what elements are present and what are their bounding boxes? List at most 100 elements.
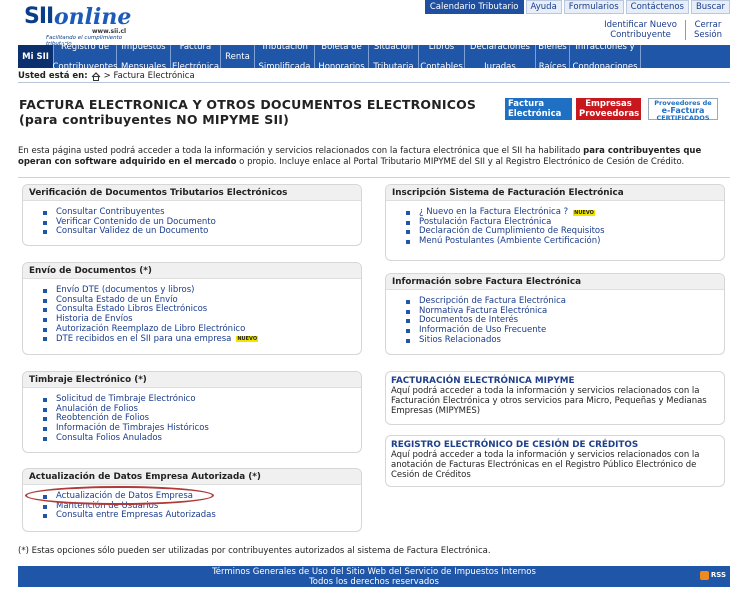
nav-item-label: Juradas bbox=[484, 61, 516, 72]
nav-item-11[interactable]: Infracciones y Condonaciones bbox=[570, 41, 641, 72]
footer-terms-link[interactable]: Términos Generales de Uso del Sitio Web … bbox=[18, 567, 730, 577]
bullet-icon bbox=[406, 230, 410, 235]
proveedores-certificados-banner[interactable]: Proveedores de e-Factura CERTIFICADOS bbox=[648, 98, 718, 122]
nav-item-0[interactable]: Mi SII bbox=[18, 45, 54, 68]
rss-link[interactable]: RSS bbox=[699, 570, 726, 580]
cerrar-sesion-link[interactable]: Cerrar Sesión bbox=[684, 20, 730, 40]
highlight-oval bbox=[25, 486, 214, 505]
user-tools: Identificar Nuevo Contribuyente Cerrar S… bbox=[596, 20, 730, 40]
bullet-icon bbox=[406, 210, 410, 215]
bullet-icon bbox=[406, 239, 410, 244]
box-mipyme[interactable]: FACTURACIÓN ELECTRÓNICA MIPYME Aquí podr… bbox=[385, 371, 725, 425]
nav-item-7[interactable]: Situación Tributaria bbox=[369, 42, 419, 72]
empresas-proveedoras-banner[interactable]: Empresas Proveedoras bbox=[576, 98, 641, 120]
bullet-icon bbox=[43, 337, 47, 342]
list-item-link[interactable]: Consulta entre Empresas Autorizadas bbox=[56, 511, 216, 521]
box-envio-title: Envío de Documentos (*) bbox=[23, 263, 361, 279]
bullet-icon bbox=[43, 317, 47, 322]
logo-url: www.sii.cl bbox=[92, 28, 127, 35]
bullet-icon bbox=[406, 309, 410, 314]
main-nav: Mi SII Registro de Contribuyentes Impuestos… bbox=[18, 41, 730, 72]
box-cesion-title[interactable]: REGISTRO ELECTRÓNICO DE CESIÓN DE CRÉDIT… bbox=[386, 436, 724, 450]
banner-factura-line1: Factura bbox=[508, 99, 545, 109]
list-item[interactable]: DTE recibidos en el SII para una empresa… bbox=[43, 334, 361, 345]
nav-item-3[interactable]: Factura Electrónica bbox=[171, 41, 221, 72]
link-contactenos[interactable]: Contáctenos bbox=[625, 0, 689, 14]
list-item-link[interactable]: Sitios Relacionados bbox=[419, 335, 501, 346]
nav-item-label: Tributaria bbox=[373, 61, 414, 72]
bullet-icon bbox=[43, 514, 47, 519]
bullet-icon bbox=[43, 436, 47, 441]
link-ayuda[interactable]: Ayuda bbox=[525, 0, 562, 14]
box-cesion-desc: Aquí podrá acceder a toda la información… bbox=[391, 450, 700, 480]
nav-item-10[interactable]: Bienes Raíces bbox=[536, 41, 570, 72]
logo-sii: SII bbox=[24, 4, 54, 29]
box-cesion[interactable]: REGISTRO ELECTRÓNICO DE CESIÓN DE CRÉDIT… bbox=[385, 435, 725, 487]
list-item-link[interactable]: Consultar Validez de un Documento bbox=[56, 227, 208, 237]
nav-item-9[interactable]: Declaraciones Juradas bbox=[465, 42, 536, 72]
box-informacion: Información sobre Factura Electrónica De… bbox=[385, 273, 725, 355]
bullet-icon bbox=[43, 327, 47, 332]
nav-item-6[interactable]: Boleta de Honorarios bbox=[315, 42, 369, 72]
breadcrumb: Usted está en: > Factura Electrónica bbox=[18, 71, 195, 81]
nav-item-label: Electrónica bbox=[171, 61, 220, 72]
list-item[interactable]: Menú Postulantes (Ambiente Certificación… bbox=[406, 236, 724, 247]
home-icon[interactable] bbox=[91, 71, 101, 81]
banner-empresas-line2: Proveedoras bbox=[579, 109, 640, 119]
nav-item-label: Simplificada bbox=[258, 61, 311, 72]
nav-item-label: Tributación bbox=[261, 41, 308, 52]
box-inscripcion-title: Inscripción Sistema de Facturación Elect… bbox=[386, 185, 724, 201]
nav-item-5[interactable]: Tributación Simplificada bbox=[255, 41, 315, 72]
nav-item-label: Mi SII bbox=[22, 51, 49, 62]
list-item[interactable]: Consulta entre Empresas Autorizadas bbox=[43, 511, 361, 521]
bullet-icon bbox=[406, 328, 410, 333]
link-buscar[interactable]: Buscar bbox=[690, 0, 730, 14]
list-item-link[interactable]: DTE recibidos en el SII para una empresa bbox=[56, 334, 231, 345]
link-formularios[interactable]: Formularios bbox=[563, 0, 624, 14]
top-utility-links: Calendario Tributario Ayuda Formularios … bbox=[424, 0, 730, 14]
box-timbraje: Timbraje Electrónico (*) Solicitud de Ti… bbox=[22, 371, 362, 453]
list-item[interactable]: Consultar Validez de un Documento bbox=[43, 227, 361, 237]
box-mipyme-desc: Aquí podrá acceder a toda la información… bbox=[391, 386, 707, 416]
nav-item-label: Condonaciones bbox=[572, 61, 638, 72]
informacion-list: Descripción de Factura Electrónica Normat… bbox=[386, 290, 724, 346]
nav-item-8[interactable]: Libros Contables bbox=[419, 42, 465, 72]
nav-item-label: Infracciones y bbox=[575, 41, 635, 52]
footer-rights: Todos los derechos reservados bbox=[309, 577, 439, 587]
bullet-icon bbox=[43, 504, 47, 509]
nav-item-label: Factura bbox=[179, 41, 212, 52]
factura-electronica-banner[interactable]: Factura Electrónica bbox=[505, 98, 572, 120]
nav-item-label: Contribuyentes bbox=[52, 61, 118, 72]
nav-item-label: Renta bbox=[225, 51, 250, 62]
link-calendario[interactable]: Calendario Tributario bbox=[424, 0, 524, 14]
footer: Términos Generales de Uso del Sitio Web … bbox=[18, 566, 730, 587]
page-title-line1: FACTURA ELECTRONICA Y OTROS DOCUMENTOS E… bbox=[19, 97, 477, 112]
content-divider bbox=[18, 177, 730, 178]
nav-item-2[interactable]: Impuestos Mensuales bbox=[117, 41, 171, 72]
nav-item-label: Impuestos bbox=[121, 41, 166, 52]
banner-empresas-line1: Empresas bbox=[585, 99, 632, 109]
bullet-icon bbox=[406, 299, 410, 304]
list-item-link[interactable]: Menú Postulantes (Ambiente Certificación… bbox=[419, 236, 600, 247]
box-verificacion: Verificación de Documentos Tributarios E… bbox=[22, 184, 362, 246]
bullet-icon bbox=[406, 338, 410, 343]
list-item-link[interactable]: Consulta Folios Anulados bbox=[56, 433, 162, 444]
logo-online: online bbox=[54, 4, 132, 30]
cerrar-line2: Sesión bbox=[693, 30, 722, 40]
nav-item-label: Contables bbox=[420, 61, 463, 72]
nav-item-4[interactable]: Renta bbox=[221, 45, 255, 68]
sii-online-logo[interactable]: SII online www.sii.cl Facilitando el cum… bbox=[24, 4, 134, 47]
bullet-icon bbox=[406, 220, 410, 225]
nav-item-1[interactable]: Registro de Contribuyentes bbox=[52, 42, 117, 72]
bullet-icon bbox=[43, 298, 47, 303]
box-mipyme-title[interactable]: FACTURACIÓN ELECTRÓNICA MIPYME bbox=[386, 372, 724, 386]
inscripcion-list: ¿ Nuevo en la Factura Electrónica ? NUEVO… bbox=[386, 201, 724, 247]
page-title-line2: (para contribuyentes NO MIPYME SII) bbox=[19, 112, 290, 127]
nav-item-label: Bienes bbox=[538, 41, 567, 52]
box-verificacion-title: Verificación de Documentos Tributarios E… bbox=[23, 185, 361, 201]
list-item[interactable]: Sitios Relacionados bbox=[406, 335, 724, 346]
identificar-contribuyente-link[interactable]: Identificar Nuevo Contribuyente bbox=[596, 20, 685, 40]
list-item[interactable]: Consulta Folios Anulados bbox=[43, 433, 361, 444]
bullet-icon bbox=[43, 426, 47, 431]
box-timbraje-title: Timbraje Electrónico (*) bbox=[23, 372, 361, 388]
